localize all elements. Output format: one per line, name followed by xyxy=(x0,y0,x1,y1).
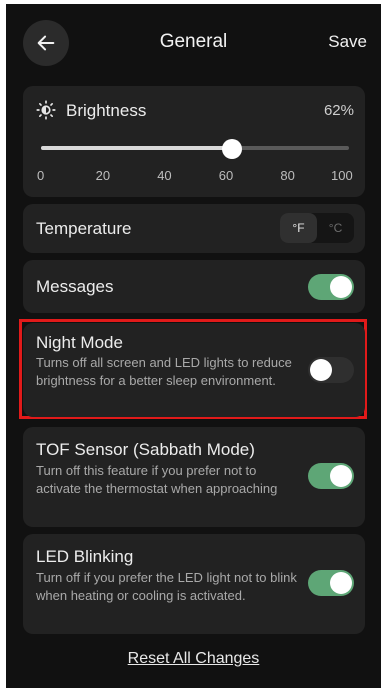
unit-celsius-option[interactable]: °C xyxy=(317,213,354,243)
tof-sensor-toggle[interactable] xyxy=(308,463,354,489)
brightness-tick-label: 80 xyxy=(280,168,295,183)
brightness-tick-label: 40 xyxy=(157,168,172,183)
temperature-card: Temperature °F °C xyxy=(23,204,365,253)
night-mode-card: Night Mode Turns off all screen and LED … xyxy=(23,323,365,417)
brightness-label: Brightness xyxy=(66,101,147,120)
tof-sensor-card: TOF Sensor (Sabbath Mode) Turn off this … xyxy=(23,427,365,527)
led-blinking-toggle[interactable] xyxy=(308,570,354,596)
led-blinking-description: Turn off if you prefer the LED light not… xyxy=(36,570,297,603)
night-mode-toggle[interactable] xyxy=(308,357,354,383)
night-mode-label: Night Mode xyxy=(36,333,123,352)
header: General Save xyxy=(6,4,381,80)
tof-sensor-label: TOF Sensor (Sabbath Mode) xyxy=(36,440,255,459)
night-mode-description: Turns off all screen and LED lights to r… xyxy=(36,355,292,388)
brightness-tick-label: 0 xyxy=(37,168,45,183)
led-blinking-card: LED Blinking Turn off if you prefer the … xyxy=(23,534,365,634)
temperature-unit-toggle: °F °C xyxy=(280,213,354,243)
temperature-label: Temperature xyxy=(36,219,132,238)
toggle-knob xyxy=(330,465,352,487)
brightness-value: 62% xyxy=(323,102,354,119)
toggle-knob xyxy=(330,276,352,298)
toggle-knob xyxy=(330,572,352,594)
unit-fahrenheit-option[interactable]: °F xyxy=(280,213,317,243)
messages-toggle[interactable] xyxy=(308,274,354,300)
brightness-slider-track[interactable] xyxy=(41,146,349,150)
messages-label: Messages xyxy=(36,277,114,296)
sun-icon xyxy=(36,100,56,120)
brightness-slider-thumb[interactable] xyxy=(221,139,242,159)
brightness-tick-label: 20 xyxy=(95,168,111,183)
messages-card: Messages xyxy=(23,260,365,313)
brightness-tick-label: 60 xyxy=(218,168,234,183)
brightness-slider-fill xyxy=(41,146,232,150)
tof-sensor-description: Turn off this feature if you prefer not … xyxy=(36,463,278,496)
brightness-card: Brightness 62% 0 20 40 60 80 100 xyxy=(23,86,365,197)
led-blinking-label: LED Blinking xyxy=(36,547,134,566)
settings-screen: General Save Brightness 62% 0 20 40 60 80 100 xyxy=(6,4,381,688)
save-button[interactable]: Save xyxy=(328,32,367,52)
toggle-knob xyxy=(310,359,332,381)
page-title: General xyxy=(159,31,228,52)
reset-all-changes-link[interactable]: Reset All Changes xyxy=(6,650,381,668)
brightness-tick-label: 100 xyxy=(331,168,353,183)
